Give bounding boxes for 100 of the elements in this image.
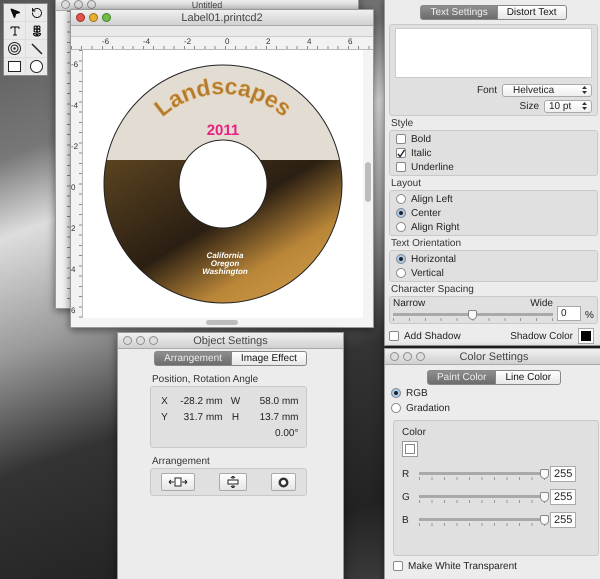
ruler-number: -2 [184, 37, 192, 46]
radio-button[interactable] [391, 388, 401, 398]
ruler-number: -4 [143, 37, 150, 46]
ruler-number: 4 [307, 37, 312, 46]
option-label: RGB [406, 388, 428, 398]
size-select[interactable]: 10 pt [544, 100, 592, 112]
ruler-number: 6 [71, 306, 76, 315]
pointer-icon [8, 6, 20, 18]
checkbox[interactable] [389, 331, 399, 341]
disc-tool[interactable] [4, 40, 25, 57]
slider-max-label: Wide [530, 298, 553, 309]
tab[interactable]: Arrangement [154, 351, 232, 366]
text-icon [8, 24, 20, 36]
checkbox[interactable] [396, 148, 406, 158]
rotation-value: 0.00° [274, 428, 298, 439]
spacing-value-field[interactable]: 0 [557, 306, 581, 321]
slider-min-label: Narrow [393, 298, 426, 309]
field-value: 13.7 mm [258, 412, 298, 423]
section-title: Layout [391, 178, 422, 189]
field-label: Shadow Color [510, 330, 573, 342]
ruler-number: -6 [102, 37, 110, 46]
ruler-number: -2 [71, 142, 78, 151]
font-select[interactable]: Helvetica [502, 84, 592, 96]
tab[interactable]: Distort Text [498, 5, 567, 20]
concentric-circle-icon [278, 476, 289, 488]
field-value: 31.7 mm [182, 412, 222, 423]
scroll-thumb[interactable] [365, 162, 371, 202]
flower-icon [30, 24, 42, 36]
slider-thumb[interactable] [540, 492, 549, 502]
ruler-number: -6 [71, 60, 78, 69]
option-label: Add Shadow [404, 330, 461, 342]
channel-label: B [402, 514, 410, 526]
field-label: H [230, 412, 240, 423]
ruler-number: 4 [71, 265, 76, 274]
radio-button[interactable] [396, 194, 406, 204]
radio-button[interactable] [391, 403, 401, 413]
section-title: Character Spacing [391, 284, 475, 295]
text-input-area[interactable] [395, 28, 592, 78]
checkbox[interactable] [393, 561, 403, 571]
channel-label: R [402, 468, 410, 480]
checkbox[interactable] [396, 134, 406, 144]
slider-thumb[interactable] [540, 514, 549, 524]
arrange-button[interactable] [219, 473, 247, 491]
channel-value-field[interactable]: 255 [550, 466, 576, 482]
line-icon [30, 42, 42, 54]
option-label: Italic [411, 148, 432, 158]
scrollbar[interactable] [363, 50, 373, 318]
radio-button[interactable] [396, 254, 406, 264]
disc-drawing[interactable] [104, 64, 342, 304]
slider-thumb[interactable] [540, 468, 549, 478]
tab[interactable]: Image Effect [232, 351, 307, 366]
disc-caption[interactable]: Washington [202, 267, 248, 276]
field-label: W [230, 396, 242, 407]
field-label: Y [160, 412, 169, 423]
ruler-number: 0 [225, 37, 230, 46]
slider[interactable] [393, 310, 553, 321]
line-tool[interactable] [26, 40, 47, 57]
option-label: Vertical [411, 268, 444, 278]
color-swatch[interactable] [578, 328, 594, 344]
radio-button[interactable] [396, 222, 406, 232]
section-title: Text Orientation [391, 238, 462, 249]
ruler-number: 2 [71, 224, 76, 233]
channel-value-field[interactable]: 255 [550, 512, 576, 528]
ruler-number: 0 [71, 183, 76, 192]
stepper-arrows-icon [582, 86, 587, 94]
option-label: Align Right [411, 222, 460, 232]
radio-button[interactable] [396, 268, 406, 278]
tab[interactable]: Paint Color [426, 370, 496, 385]
scroll-thumb[interactable] [206, 320, 238, 325]
radio-button[interactable] [396, 208, 406, 218]
rotate-tool[interactable] [26, 4, 47, 21]
rotate-icon [30, 6, 42, 18]
flower-tool[interactable] [26, 22, 47, 39]
channel-label: G [402, 492, 411, 502]
option-label: Make White Transparent [408, 560, 517, 572]
channel-value-field[interactable]: 255 [550, 489, 576, 505]
text-tool[interactable] [4, 22, 25, 39]
tab[interactable]: Line Color [496, 370, 562, 385]
ruler-number: 6 [348, 37, 352, 46]
slider-thumb[interactable] [468, 310, 477, 320]
color-swatch[interactable] [402, 441, 418, 457]
field-label: Font [476, 84, 497, 96]
option-label: Center [411, 208, 442, 218]
checkbox[interactable] [396, 162, 406, 172]
window-title: Label01.printcd2 [180, 12, 264, 24]
tab[interactable]: Text Settings [420, 5, 498, 20]
option-label: Bold [411, 134, 432, 144]
section-title: Color [402, 427, 427, 438]
disc-caption[interactable]: Oregon [210, 259, 240, 268]
window-title: Object Settings [192, 334, 269, 346]
section-title: Arrangement [152, 456, 211, 467]
disc-caption[interactable]: California [206, 251, 244, 260]
pointer-tool[interactable] [4, 4, 25, 21]
stepper-arrows-icon [582, 102, 587, 110]
ellipse-tool[interactable] [26, 58, 47, 75]
arrange-button[interactable] [271, 473, 296, 491]
scrollbar[interactable] [71, 318, 373, 327]
arrange-button[interactable] [161, 473, 195, 491]
option-label: Horizontal [411, 254, 456, 264]
rectangle-tool[interactable] [4, 58, 25, 75]
